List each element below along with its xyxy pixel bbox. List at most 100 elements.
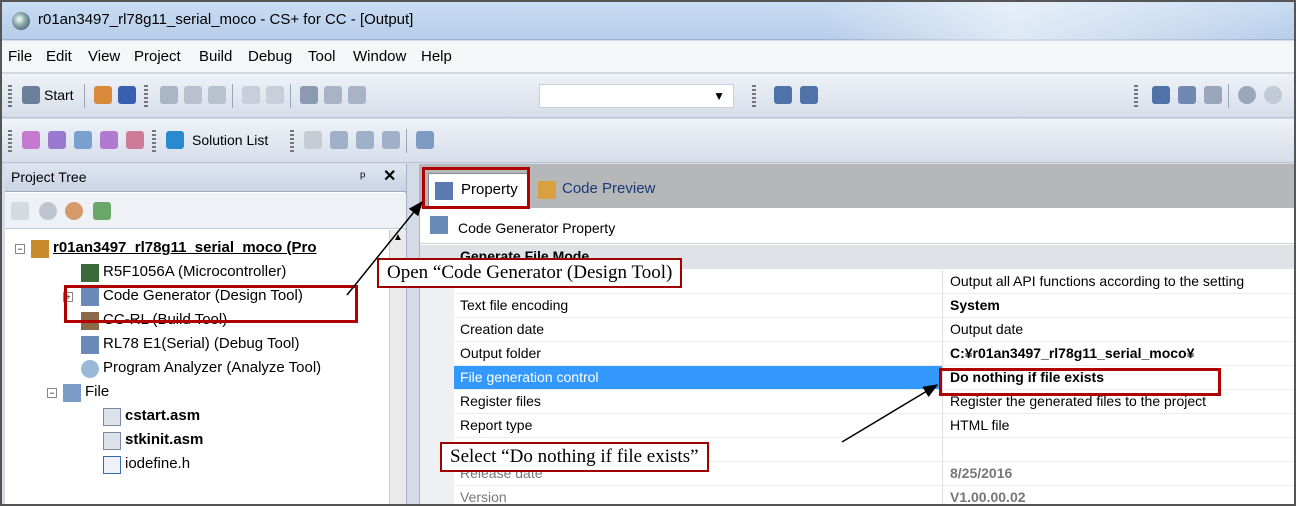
application-window: r01an3497_rl78g11_serial_moco - CS+ for … [0, 0, 1296, 506]
property-name: File generation control [454, 366, 942, 389]
callout-select: Select “Do nothing if file exists” [440, 442, 709, 472]
save-icon[interactable] [118, 86, 136, 104]
highlight-property-tab [422, 167, 530, 209]
reset-icon[interactable] [1204, 86, 1222, 104]
collapse-icon[interactable]: − [15, 244, 25, 254]
menu-tool[interactable]: Tool [308, 48, 336, 65]
asm-file-icon [103, 432, 121, 450]
replace-icon[interactable] [348, 86, 366, 104]
find-icon[interactable] [300, 86, 318, 104]
user-icon[interactable] [65, 202, 83, 220]
tool-icon-2[interactable] [48, 131, 66, 149]
menu-bar: File Edit View Project Build Debug Tool … [2, 41, 1294, 73]
refresh-icon[interactable] [93, 202, 111, 220]
property-value[interactable]: V1.00.00.02 [950, 489, 1026, 504]
undo-icon[interactable] [242, 86, 260, 104]
collapse-file-icon[interactable]: − [47, 388, 57, 398]
project-tree: − r01an3497_rl78g11_serial_moco (Pro R5F… [5, 230, 406, 504]
panel-tabs: Property Code Preview [420, 164, 1294, 208]
paste-icon[interactable] [208, 86, 226, 104]
property-value[interactable]: 8/25/2016 [950, 465, 1012, 481]
window-icon-5[interactable] [416, 131, 434, 149]
header-file-icon [103, 456, 121, 474]
window-icon-4[interactable] [382, 131, 400, 149]
property-row[interactable]: Version V1.00.00.02 [420, 486, 1294, 505]
app-icon [12, 12, 30, 30]
property-value[interactable]: HTML file [950, 417, 1009, 433]
property-row[interactable]: Output folder C:¥r01an3497_rl78g11_serial… [420, 342, 1294, 366]
tree-item-file[interactable]: File [85, 383, 109, 400]
scroll-up-icon[interactable]: ▲ [393, 232, 403, 243]
tree-item-debug-tool[interactable]: RL78 E1(Serial) (Debug Tool) [103, 335, 300, 352]
code-preview-icon [538, 181, 556, 199]
search-combo[interactable]: ▼ [539, 84, 734, 108]
property-value[interactable]: Output all API functions according to th… [950, 273, 1244, 289]
property-header: Code Generator Property [420, 208, 1294, 244]
start-button[interactable]: Start [44, 87, 74, 103]
window-icon-1[interactable] [304, 131, 322, 149]
solution-list-button[interactable]: Solution List [192, 132, 268, 148]
start-icon [22, 86, 40, 104]
solution-list-icon[interactable] [166, 131, 184, 149]
property-name: Report type [460, 417, 533, 433]
open-icon[interactable] [94, 86, 112, 104]
menu-file[interactable]: File [8, 48, 32, 65]
property-name: Creation date [460, 321, 545, 337]
highlight-code-generator [64, 285, 358, 323]
tool-icon-3[interactable] [74, 131, 92, 149]
property-row[interactable]: Report type HTML file [420, 414, 1294, 438]
tree-item-microcontroller[interactable]: R5F1056A (Microcontroller) [103, 263, 286, 280]
property-value[interactable]: Output date [950, 321, 1023, 337]
menu-edit[interactable]: Edit [46, 48, 72, 65]
property-name: Version [460, 489, 507, 505]
tool-icon-4[interactable] [100, 131, 118, 149]
property-name: Register files [460, 393, 541, 409]
menu-debug[interactable]: Debug [248, 48, 292, 65]
redo-icon[interactable] [266, 86, 284, 104]
menu-build[interactable]: Build [199, 48, 232, 65]
callout-open: Open “Code Generator (Design Tool) [377, 258, 683, 288]
menu-view[interactable]: View [88, 48, 120, 65]
asm-file-icon [103, 408, 121, 426]
tool-icon-5[interactable] [126, 131, 144, 149]
rebuild-icon[interactable] [800, 86, 818, 104]
tree-item-stkinit[interactable]: stkinit.asm [125, 431, 203, 448]
panel-splitter[interactable] [406, 164, 420, 504]
close-icon[interactable]: ✕ [383, 166, 396, 186]
find-next-icon[interactable] [324, 86, 342, 104]
build-icon[interactable] [774, 86, 792, 104]
menu-help[interactable]: Help [421, 48, 452, 65]
property-value[interactable]: System [950, 297, 1000, 313]
copy-icon[interactable] [184, 86, 202, 104]
debug-icon[interactable] [1178, 86, 1196, 104]
property-row[interactable]: Creation date Output date [420, 318, 1294, 342]
window-icon-3[interactable] [356, 131, 374, 149]
project-tree-header: Project Tree ᵖ ✕ [5, 164, 406, 192]
download-icon[interactable] [1152, 86, 1170, 104]
window-icon-2[interactable] [330, 131, 348, 149]
pin-icon[interactable]: ᵖ [360, 168, 365, 184]
tree-item-cstart[interactable]: cstart.asm [125, 407, 200, 424]
project-tree-panel: Project Tree ᵖ ✕ − r01an3497_rl78g11_ser… [5, 164, 406, 504]
tab-code-preview[interactable]: Code Preview [534, 173, 684, 208]
run-icon[interactable] [1264, 86, 1282, 104]
project-tree-title: Project Tree [11, 169, 87, 185]
property-row[interactable]: Text file encoding System [420, 294, 1294, 318]
code-generator-icon [430, 216, 448, 234]
folder-icon [63, 384, 81, 402]
highlight-file-generation-value [939, 368, 1221, 396]
tree-item-program-analyzer[interactable]: Program Analyzer (Analyze Tool) [103, 359, 321, 376]
secondary-toolbar: Solution List [2, 119, 1294, 163]
menu-window[interactable]: Window [353, 48, 406, 65]
sort-icon[interactable] [11, 202, 29, 220]
chevron-down-icon[interactable]: ▼ [713, 89, 725, 103]
cut-icon[interactable] [160, 86, 178, 104]
tree-item-project[interactable]: r01an3497_rl78g11_serial_moco (Pro [53, 239, 317, 256]
stop-icon[interactable] [1238, 86, 1256, 104]
tool-icon-1[interactable] [22, 131, 40, 149]
title-bar: r01an3497_rl78g11_serial_moco - CS+ for … [2, 2, 1294, 40]
clock-icon[interactable] [39, 202, 57, 220]
tree-item-iodefine[interactable]: iodefine.h [125, 455, 190, 472]
property-value[interactable]: C:¥r01an3497_rl78g11_serial_moco¥ [950, 345, 1194, 361]
menu-project[interactable]: Project [134, 48, 181, 65]
